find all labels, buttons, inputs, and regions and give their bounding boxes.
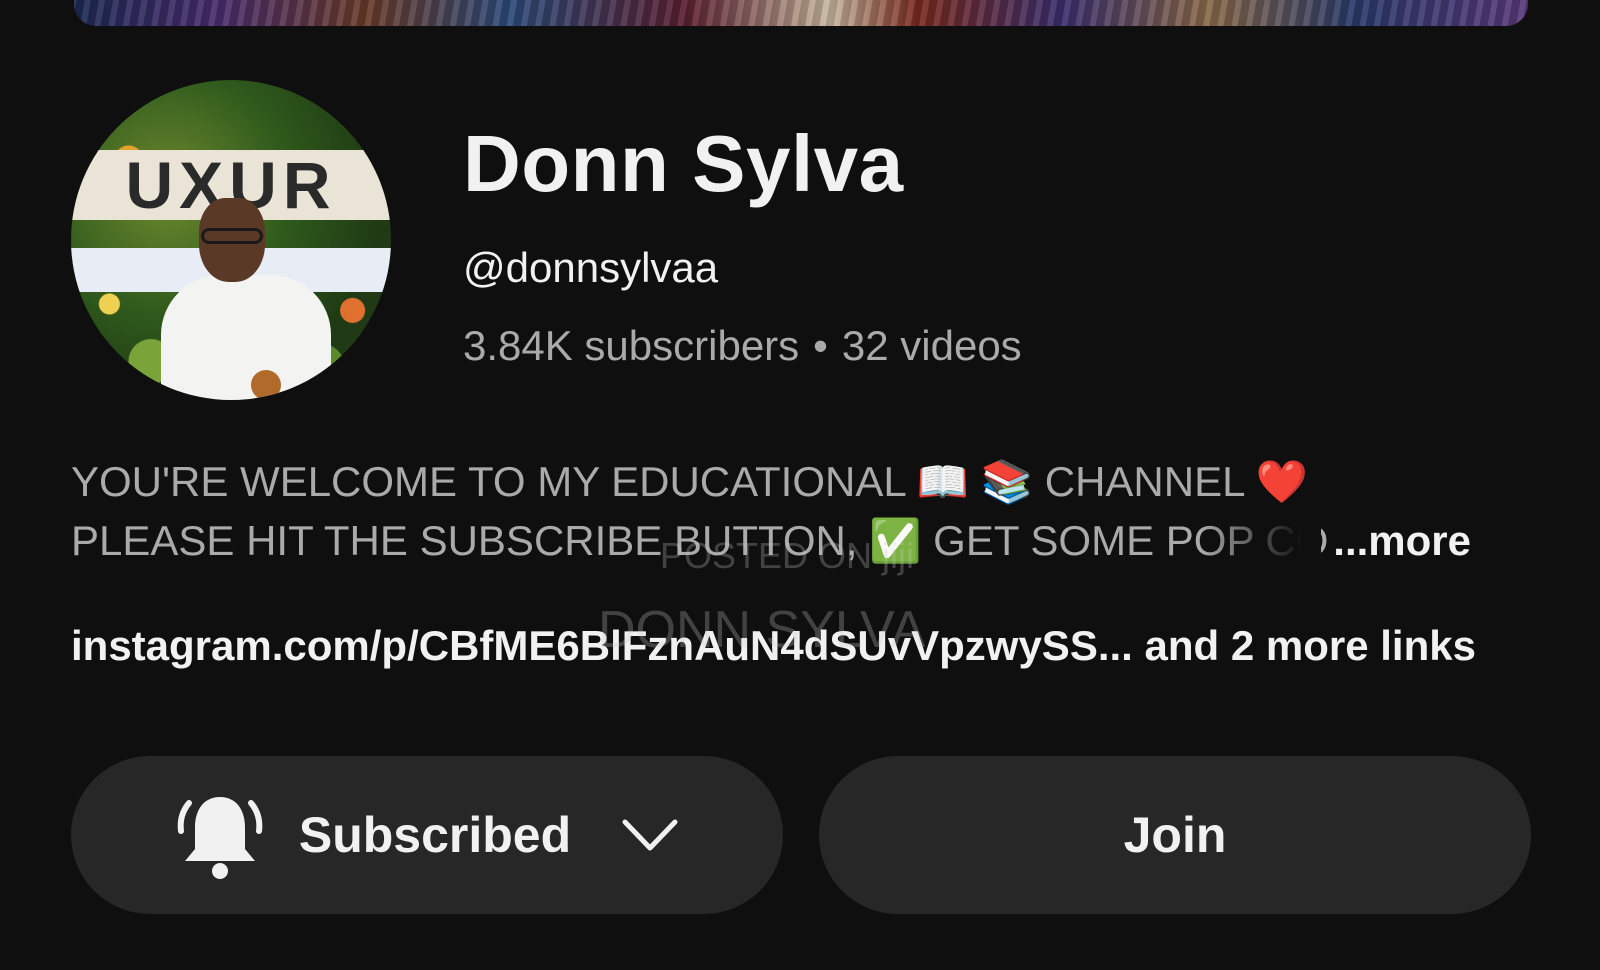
subscriber-count: 3.84K subscribers [463, 322, 800, 369]
bell-icon [177, 797, 263, 879]
description-fade [1201, 511, 1321, 570]
subscribed-button[interactable]: Subscribed [71, 756, 783, 914]
subscribed-label: Subscribed [298, 807, 572, 863]
channel-banner[interactable] [74, 0, 1528, 26]
channel-stats: 3.84K subscribers • 32 videos [463, 322, 1022, 370]
avatar-glasses [201, 228, 263, 244]
channel-avatar[interactable]: UXUR [71, 80, 391, 400]
channel-name: Donn Sylva [463, 119, 904, 208]
description-line-2: PLEASE HIT THE SUBSCRIBE BUTTON, ✅ GET S… [71, 517, 1390, 564]
avatar-person-body [161, 275, 331, 400]
channel-page: UXUR Donn Sylva @donnsylvaa 3.84K subscr… [0, 0, 1600, 970]
description-line-1: YOU'RE WELCOME TO MY EDUCATIONAL 📖 📚 CHA… [71, 458, 1308, 505]
join-button[interactable]: Join [819, 756, 1531, 914]
channel-links[interactable]: instagram.com/p/CBfME6BlFznAuN4dSUvVpzwy… [71, 622, 1531, 670]
channel-handle: @donnsylvaa [463, 244, 719, 291]
join-label: Join [1123, 807, 1227, 863]
more-link[interactable]: ...more [1327, 511, 1471, 570]
description-line-2-container: PLEASE HIT THE SUBSCRIBE BUTTON, ✅ GET S… [71, 511, 1491, 570]
video-count: 32 videos [841, 322, 1022, 369]
channel-description[interactable]: YOU'RE WELCOME TO MY EDUCATIONAL 📖 📚 CHA… [71, 452, 1491, 570]
avatar-badge [251, 370, 281, 400]
stats-separator: • [813, 322, 828, 369]
chevron-down-icon [622, 819, 678, 851]
